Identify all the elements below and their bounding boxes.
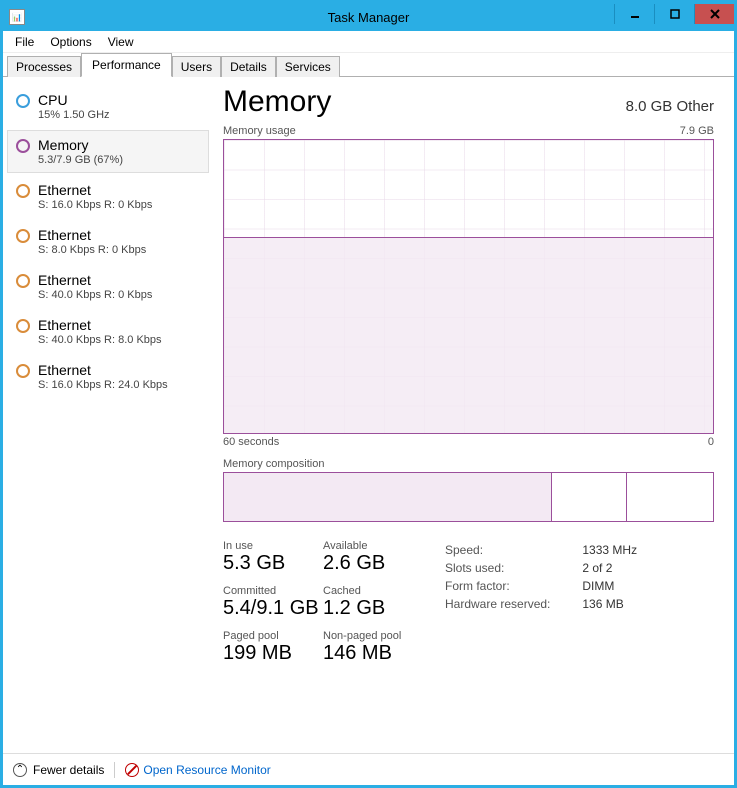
hw-value: 1333 MHz [582,542,637,558]
hw-value: 136 MB [582,596,637,612]
menubar: File Options View [3,31,734,53]
stat-value: 199 MB [223,642,323,665]
sidebar-item-label: Ethernet [38,272,152,288]
content-area: CPU 15% 1.50 GHz Memory 5.3/7.9 GB (67%)… [3,77,734,753]
open-resource-monitor-link[interactable]: Open Resource Monitor [125,763,270,777]
stats: In use5.3 GB Available2.6 GB Committed5.… [223,540,714,665]
stat-value: 5.4/9.1 GB [223,597,323,620]
stat-label: Paged pool [223,630,323,642]
sidebar-item-cpu[interactable]: CPU 15% 1.50 GHz [7,85,209,128]
hw-label: Slots used: [445,560,580,576]
stat-label: Available [323,540,423,552]
task-manager-window: 📊 Task Manager File Options View Process… [0,0,737,788]
sidebar-item-sub: S: 40.0 Kbps R: 0 Kbps [38,289,152,301]
menu-view[interactable]: View [100,32,142,52]
hw-label: Form factor: [445,578,580,594]
titlebar[interactable]: 📊 Task Manager [3,3,734,31]
axis-left: 60 seconds [223,436,279,448]
fewer-details-label: Fewer details [33,763,104,777]
stat-label: Cached [323,585,423,597]
tab-processes[interactable]: Processes [7,56,81,77]
chevron-up-icon: ⌃ [13,763,27,777]
sidebar-item-ethernet[interactable]: Ethernet S: 16.0 Kbps R: 0 Kbps [7,175,209,218]
ethernet-icon [16,364,30,378]
comp-seg-free [627,473,713,521]
ethernet-icon [16,184,30,198]
sidebar-item-sub: S: 16.0 Kbps R: 24.0 Kbps [38,379,168,391]
sidebar-item-sub: 5.3/7.9 GB (67%) [38,154,123,166]
sidebar-item-sub: S: 8.0 Kbps R: 0 Kbps [38,244,146,256]
chart-label: Memory usage [223,125,296,137]
sidebar-item-ethernet[interactable]: Ethernet S: 40.0 Kbps R: 0 Kbps [7,265,209,308]
tab-performance[interactable]: Performance [81,53,172,77]
footer: ⌃ Fewer details Open Resource Monitor [3,753,734,785]
sidebar-item-ethernet[interactable]: Ethernet S: 16.0 Kbps R: 24.0 Kbps [7,355,209,398]
memory-composition-chart[interactable] [223,472,714,522]
hw-label: Speed: [445,542,580,558]
tabbar: Processes Performance Users Details Serv… [3,53,734,77]
sidebar-item-memory[interactable]: Memory 5.3/7.9 GB (67%) [7,130,209,173]
stat-value: 1.2 GB [323,597,423,620]
tab-users[interactable]: Users [172,56,221,77]
ethernet-icon [16,319,30,333]
stat-value: 146 MB [323,642,423,665]
stat-label: Committed [223,585,323,597]
sidebar-item-ethernet[interactable]: Ethernet S: 40.0 Kbps R: 8.0 Kbps [7,310,209,353]
fewer-details-button[interactable]: ⌃ Fewer details [13,763,104,777]
hw-value: 2 of 2 [582,560,637,576]
menu-options[interactable]: Options [42,32,99,52]
window-title: Task Manager [3,10,734,25]
cpu-icon [16,94,30,108]
hardware-table: Speed:1333 MHz Slots used:2 of 2 Form fa… [443,540,639,614]
stat-label: Non-paged pool [323,630,423,642]
tab-services[interactable]: Services [276,56,340,77]
resource-monitor-icon [125,763,139,777]
memory-icon [16,139,30,153]
sidebar-item-label: Ethernet [38,182,152,198]
divider [114,762,115,778]
sidebar-item-sub: S: 16.0 Kbps R: 0 Kbps [38,199,152,211]
main-panel: Memory 8.0 GB Other Memory usage 7.9 GB … [213,77,734,753]
sidebar-item-label: Ethernet [38,317,162,333]
menu-file[interactable]: File [7,32,42,52]
sidebar-item-label: CPU [38,92,110,108]
sidebar-item-label: Ethernet [38,362,168,378]
sidebar-item-label: Memory [38,137,123,153]
ethernet-icon [16,274,30,288]
memory-total: 8.0 GB Other [626,98,714,115]
hw-label: Hardware reserved: [445,596,580,612]
sidebar-item-label: Ethernet [38,227,146,243]
stat-value: 5.3 GB [223,552,323,575]
sidebar: CPU 15% 1.50 GHz Memory 5.3/7.9 GB (67%)… [3,77,213,753]
memory-usage-chart[interactable] [223,139,714,434]
stat-label: In use [223,540,323,552]
comp-seg-standby [552,473,627,521]
sidebar-item-sub: S: 40.0 Kbps R: 8.0 Kbps [38,334,162,346]
sidebar-item-sub: 15% 1.50 GHz [38,109,110,121]
resource-monitor-label: Open Resource Monitor [143,763,270,777]
sidebar-item-ethernet[interactable]: Ethernet S: 8.0 Kbps R: 0 Kbps [7,220,209,263]
axis-right: 0 [708,436,714,448]
tab-details[interactable]: Details [221,56,276,77]
composition-label: Memory composition [223,458,714,470]
comp-seg-inuse [224,473,552,521]
ethernet-icon [16,229,30,243]
chart-max: 7.9 GB [680,125,714,137]
chart-fill [224,237,713,433]
stat-value: 2.6 GB [323,552,423,575]
hw-value: DIMM [582,578,637,594]
page-title: Memory [223,85,331,119]
